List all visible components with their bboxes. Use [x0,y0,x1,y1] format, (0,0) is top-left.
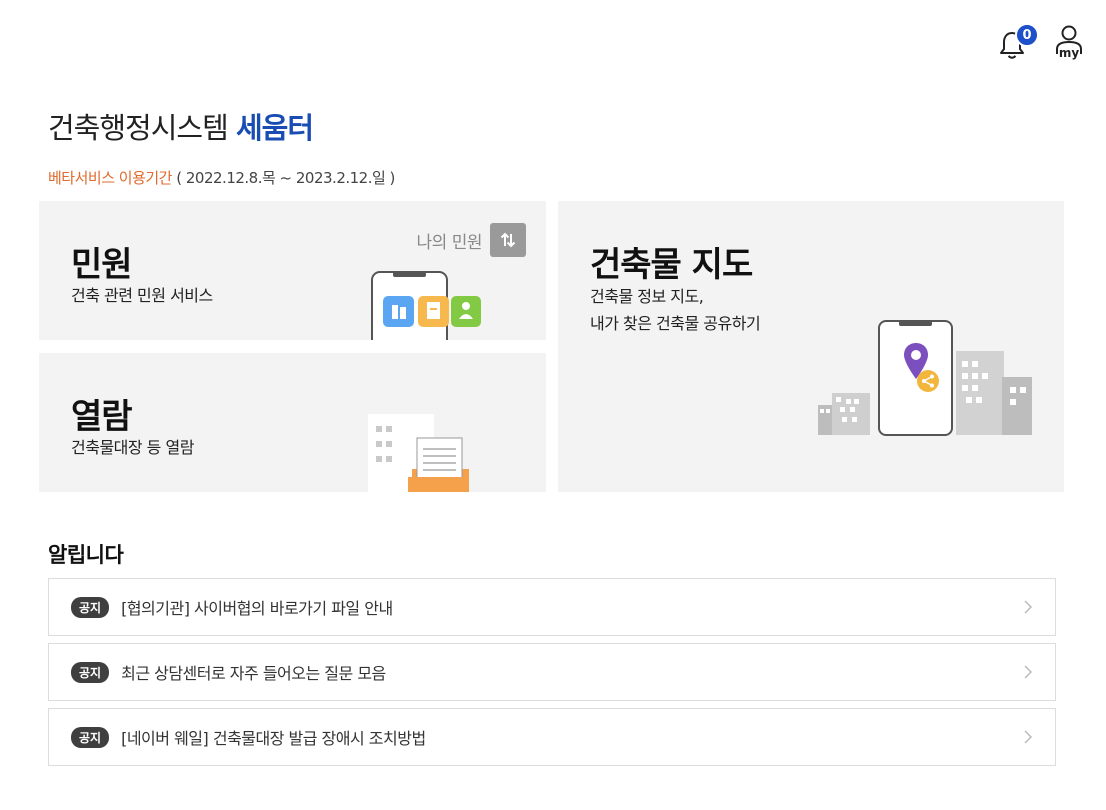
document-illustration [368,414,469,492]
chevron-right-icon [1024,600,1033,614]
minwon-desc: 건축 관련 민원 서비스 [71,286,213,305]
notice-text: [네이버 웨일] 건축물대장 발급 장애시 조치방법 [121,729,426,748]
map-title: 건축물 지도 [590,245,753,285]
yeolram-card[interactable]: 열람 건축물대장 등 열람 [39,353,546,492]
my-label: my [1059,46,1080,60]
minwon-card[interactable]: 민원 건축 관련 민원 서비스 나의 민원 [39,201,546,340]
notification-button[interactable]: 0 [998,22,1039,62]
user-icon: my [1056,25,1082,60]
city-illustration [818,320,1032,436]
brand-name: 세움터 [235,111,314,145]
notice-heading: 알립니다 [48,543,124,567]
notice-text: 최근 상담센터로 자주 들어오는 질문 모음 [121,664,386,683]
swap-vertical-icon [490,223,526,257]
yeolram-title: 열람 [71,397,133,437]
map-desc-line1: 건축물 정보 지도, [590,287,704,306]
notice-item[interactable]: 공지 [협의기관] 사이버협의 바로가기 파일 안내 [48,578,1056,636]
my-minwon-link[interactable]: 나의 민원 [417,223,526,257]
header-actions: 0 my [998,22,1088,62]
beta-notice: 베타서비스 이용기간 ( 2022.12.8.목 ~ 2023.2.12.일 ) [48,167,395,188]
beta-period: ( 2022.12.8.목 ~ 2023.2.12.일 ) [171,169,395,187]
notice-tag: 공지 [71,596,110,618]
notice-tag: 공지 [71,661,110,683]
notice-text: [협의기관] 사이버협의 바로가기 파일 안내 [121,599,393,618]
notice-item[interactable]: 공지 [네이버 웨일] 건축물대장 발급 장애시 조치방법 [48,708,1056,766]
building-map-card[interactable]: 건축물 지도 건축물 정보 지도, 내가 찾은 건축물 공유하기 [558,201,1064,492]
beta-label: 베타서비스 이용기간 [48,169,172,187]
notice-list: 공지 [협의기관] 사이버협의 바로가기 파일 안내 공지 최근 상담센터로 자… [48,578,1056,773]
share-icon [917,370,939,392]
phone-illustration [371,271,481,340]
map-desc-line2: 내가 찾은 건축물 공유하기 [590,314,761,333]
title-prefix: 건축행정시스템 [48,111,236,145]
chevron-right-icon [1024,665,1033,679]
minwon-title: 민원 [71,245,133,285]
yeolram-desc: 건축물대장 등 열람 [71,438,194,457]
title-area: 건축행정시스템 세움터 베타서비스 이용기간 ( 2022.12.8.목 ~ 2… [48,105,395,188]
notice-tag: 공지 [71,726,110,748]
chevron-right-icon [1024,730,1033,744]
my-page-button[interactable]: my [1054,22,1088,62]
notice-item[interactable]: 공지 최근 상담센터로 자주 들어오는 질문 모음 [48,643,1056,701]
notification-count-badge: 0 [1015,23,1039,47]
my-minwon-label: 나의 민원 [416,232,483,253]
page-title: 건축행정시스템 세움터 [48,105,395,147]
